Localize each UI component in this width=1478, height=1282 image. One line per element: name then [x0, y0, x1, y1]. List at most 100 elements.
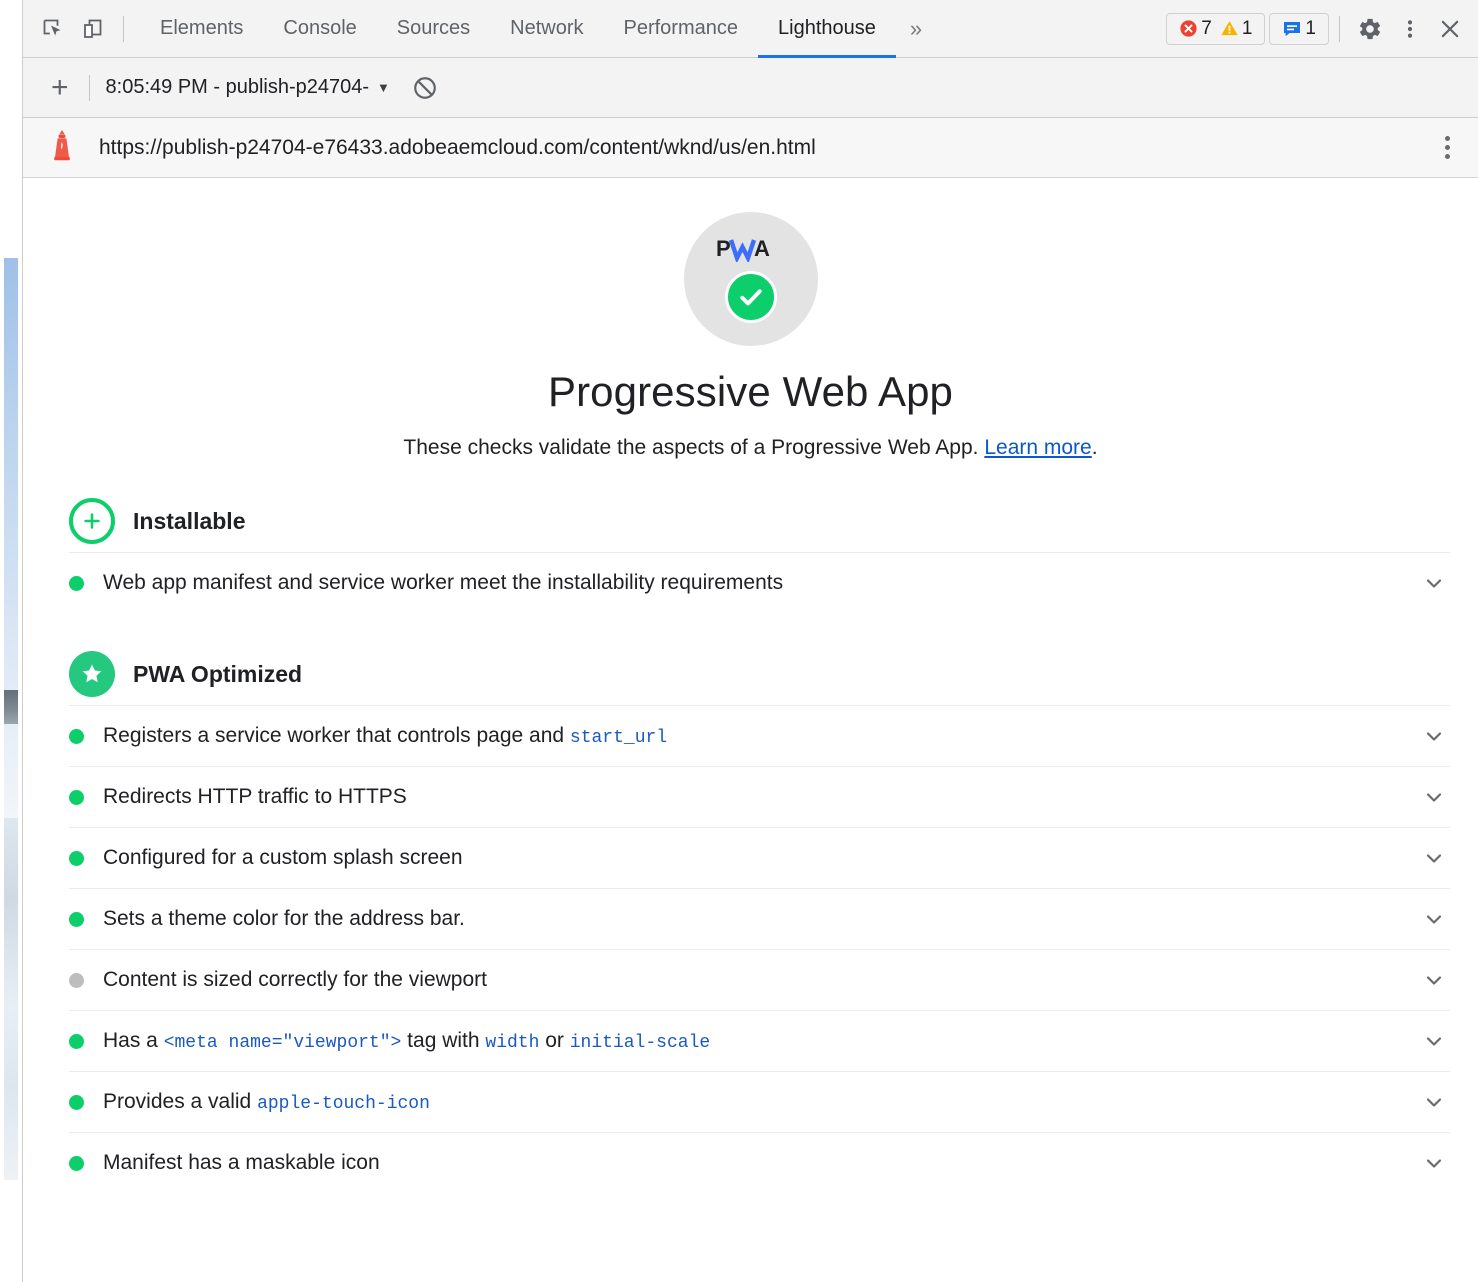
kebab-dot — [1445, 145, 1450, 150]
audit-title: Registers a service worker that controls… — [103, 724, 667, 748]
warning-counter[interactable]: 1 — [1216, 18, 1257, 40]
page-sliver-left-margin — [0, 0, 4, 1282]
clear-all-icon[interactable] — [412, 75, 438, 101]
audit-row[interactable]: Provides a valid apple-touch-icon — [69, 1071, 1450, 1132]
status-dot-pass — [69, 912, 84, 927]
toolbar-right-group: 7 1 — [1162, 9, 1478, 49]
report-selector-label: 8:05:49 PM - publish-p24704- — [106, 76, 370, 99]
chevron-down-icon[interactable] — [1422, 1029, 1446, 1053]
chevron-down-icon[interactable] — [1422, 846, 1446, 870]
error-icon — [1179, 19, 1198, 38]
tab-console[interactable]: Console — [263, 0, 376, 58]
issues-message-counter[interactable]: 1 — [1269, 13, 1329, 45]
audit-title: Redirects HTTP traffic to HTTPS — [103, 785, 407, 809]
devtools-window: Elements Console Sources Network Perform… — [0, 0, 1478, 1282]
warning-icon — [1220, 19, 1239, 38]
lighthouse-icon — [45, 129, 79, 167]
audit-row[interactable]: Web app manifest and service worker meet… — [69, 552, 1450, 613]
status-dot-pass — [69, 790, 84, 805]
inspect-element-icon[interactable] — [33, 9, 73, 49]
tab-performance[interactable]: Performance — [604, 0, 759, 58]
audit-row[interactable]: Has a <meta name="viewport"> tag with wi… — [69, 1010, 1450, 1071]
learn-more-link[interactable]: Learn more — [984, 436, 1091, 459]
devtools-tab-strip: Elements Console Sources Network Perform… — [140, 0, 896, 58]
page-title: Progressive Web App — [23, 368, 1478, 416]
audit-row[interactable]: Manifest has a maskable icon — [69, 1132, 1450, 1193]
message-count: 1 — [1305, 18, 1316, 40]
page-sliver-band — [4, 690, 18, 724]
report-menu-icon[interactable] — [1439, 130, 1456, 165]
message-counter[interactable]: 1 — [1278, 18, 1320, 40]
status-dot-pass — [69, 1095, 84, 1110]
audit-list-installable: Web app manifest and service worker meet… — [23, 552, 1478, 613]
section-pwa-optimized: PWA Optimized Registers a service worker… — [23, 647, 1478, 1193]
status-dot-pass — [69, 1156, 84, 1171]
audit-row[interactable]: Redirects HTTP traffic to HTTPS — [69, 766, 1450, 827]
new-report-button[interactable]: + — [41, 73, 79, 103]
chevron-down-icon[interactable] — [1422, 785, 1446, 809]
check-circle-icon — [725, 271, 777, 323]
audit-title: Manifest has a maskable icon — [103, 1151, 380, 1175]
status-dot-pass — [69, 729, 84, 744]
report-url: https://publish-p24704-e76433.adobeaemcl… — [99, 136, 816, 160]
audit-row[interactable]: Sets a theme color for the address bar. — [69, 888, 1450, 949]
section-header-pwa-optimized: PWA Optimized — [23, 647, 1478, 701]
error-counter[interactable]: 7 — [1175, 18, 1216, 40]
status-dot-pass — [69, 851, 84, 866]
chevron-down-icon[interactable] — [1422, 1090, 1446, 1114]
plus-circle-icon — [69, 498, 115, 544]
audit-list-pwa-optimized: Registers a service worker that controls… — [23, 705, 1478, 1193]
warning-count: 1 — [1242, 18, 1253, 40]
lighthouse-toolbar: + 8:05:49 PM - publish-p24704- ▼ — [23, 58, 1478, 118]
tab-console-label: Console — [283, 17, 356, 40]
error-count: 7 — [1201, 18, 1212, 40]
issues-counters[interactable]: 7 1 — [1166, 13, 1265, 45]
kebab-dot — [1445, 136, 1450, 141]
tab-elements-label: Elements — [160, 17, 243, 40]
audit-title: Has a <meta name="viewport"> tag with wi… — [103, 1029, 710, 1053]
gear-icon[interactable] — [1350, 9, 1390, 49]
close-icon[interactable] — [1430, 9, 1470, 49]
report-selector[interactable]: 8:05:49 PM - publish-p24704- ▼ — [100, 76, 396, 99]
inline-code: width — [485, 1033, 539, 1053]
chevron-down-icon[interactable] — [1422, 907, 1446, 931]
category-gauge-wrap: P A — [23, 178, 1478, 346]
chevron-down-icon[interactable] — [1422, 968, 1446, 992]
audit-row[interactable]: Content is sized correctly for the viewp… — [69, 949, 1450, 1010]
page-sliver-sky — [4, 258, 18, 818]
section-label-pwa-optimized: PWA Optimized — [133, 661, 302, 688]
tab-lighthouse[interactable]: Lighthouse — [758, 0, 896, 58]
svg-text:A: A — [754, 236, 770, 261]
tab-lighthouse-label: Lighthouse — [778, 17, 876, 40]
toolbar-divider — [123, 16, 124, 42]
inline-code: apple-touch-icon — [257, 1094, 430, 1114]
star-circle-icon — [69, 651, 115, 697]
kebab-menu-icon[interactable] — [1390, 9, 1430, 49]
tab-sources[interactable]: Sources — [377, 0, 490, 58]
audit-title: Sets a theme color for the address bar. — [103, 907, 465, 931]
more-tabs-icon[interactable]: » — [896, 0, 936, 58]
chevron-down-icon[interactable] — [1422, 571, 1446, 595]
audit-title: Web app manifest and service worker meet… — [103, 571, 783, 595]
inline-code: initial-scale — [570, 1033, 710, 1053]
lighthouse-report: P A Progressive Web App These checks val… — [23, 178, 1478, 1282]
section-header-installable: Installable — [23, 494, 1478, 548]
category-description-period: . — [1092, 436, 1098, 459]
tab-network-label: Network — [510, 17, 583, 40]
pwa-gauge: P A — [684, 212, 818, 346]
chevron-down-icon[interactable] — [1422, 1151, 1446, 1175]
kebab-dot — [1445, 154, 1450, 159]
category-description-text: These checks validate the aspects of a P… — [403, 436, 984, 459]
message-icon — [1282, 19, 1302, 39]
tab-network[interactable]: Network — [490, 0, 603, 58]
tab-elements[interactable]: Elements — [140, 0, 263, 58]
chevron-down-icon[interactable] — [1422, 724, 1446, 748]
page-sliver-ground — [4, 818, 18, 1180]
inline-code: <meta name="viewport"> — [164, 1033, 402, 1053]
toolbar-divider-right — [1339, 16, 1340, 42]
device-toolbar-icon[interactable] — [73, 9, 113, 49]
audit-title: Provides a valid apple-touch-icon — [103, 1090, 430, 1114]
status-dot-pass — [69, 1034, 84, 1049]
audit-row[interactable]: Registers a service worker that controls… — [69, 705, 1450, 766]
audit-row[interactable]: Configured for a custom splash screen — [69, 827, 1450, 888]
